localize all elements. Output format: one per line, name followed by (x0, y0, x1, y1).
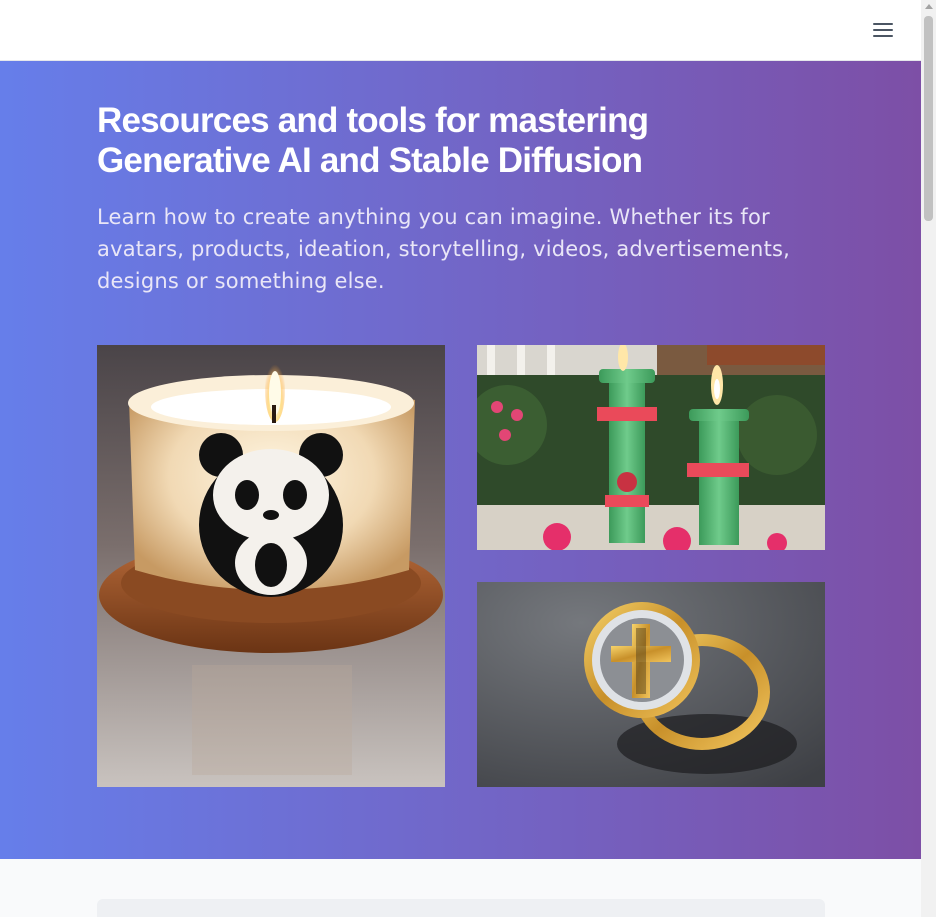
hero-title-line-1: Resources and tools for mastering (97, 101, 649, 140)
content-card (97, 899, 825, 917)
hero-section: Resources and tools for mastering Genera… (0, 61, 921, 859)
page: Resources and tools for mastering Genera… (0, 0, 921, 917)
content-section (0, 859, 921, 917)
scroll-up-arrow-icon[interactable] (925, 4, 933, 9)
hamburger-menu-icon[interactable] (868, 17, 898, 43)
hero-title: Resources and tools for mastering Genera… (97, 101, 797, 181)
green-candles-image (477, 345, 825, 550)
panda-candle-image (97, 345, 445, 787)
scrollbar-thumb[interactable] (924, 16, 933, 221)
hero-subtitle: Learn how to create anything you can ima… (97, 205, 791, 293)
hero-title-line-2: Generative AI and Stable Diffusion (97, 141, 643, 180)
cross-ring-image (477, 582, 825, 787)
top-navbar (0, 0, 921, 61)
page-scrollbar[interactable] (921, 0, 936, 917)
